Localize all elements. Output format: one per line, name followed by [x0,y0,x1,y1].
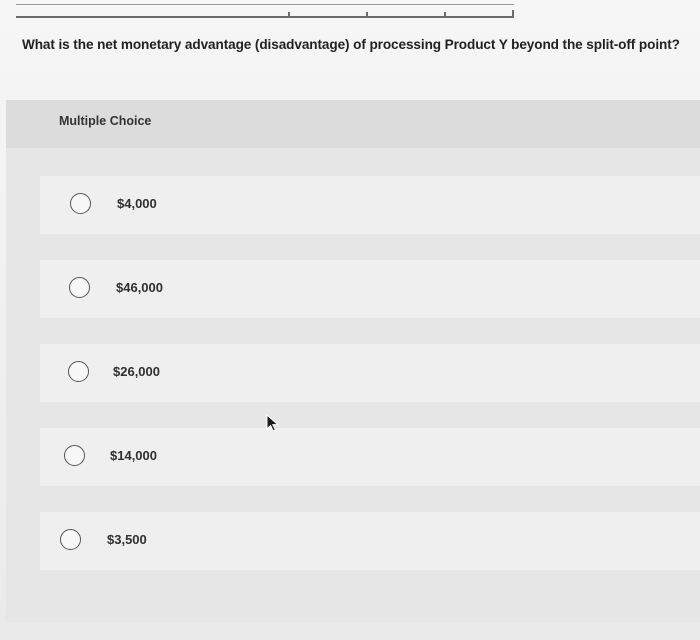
table-bottom-border [16,10,514,18]
mouse-pointer-icon [266,414,280,432]
radio-unchecked-icon[interactable] [69,277,90,298]
table-column-divider [288,12,290,18]
multiple-choice-label: Multiple Choice [59,114,152,128]
answer-option[interactable]: $46,000 [40,260,700,318]
answer-option-label: $14,000 [110,448,157,463]
table-column-divider [444,12,446,18]
radio-unchecked-icon[interactable] [60,529,81,550]
answer-option[interactable]: $26,000 [40,344,700,402]
answer-option-label: $26,000 [113,364,160,379]
answer-option-label: $46,000 [116,280,163,295]
radio-unchecked-icon[interactable] [70,193,91,214]
answer-option[interactable]: $3,500 [40,512,700,570]
radio-unchecked-icon[interactable] [64,445,85,466]
answer-option-label: $3,500 [107,532,147,547]
table-top-border [16,4,514,5]
answer-option-label: $4,000 [117,196,157,211]
table-column-divider [366,12,368,18]
multiple-choice-header: Multiple Choice [6,100,700,148]
multiple-choice-panel: Multiple Choice $4,000 $46,000 $26,000 $… [6,100,700,622]
question-text: What is the net monetary advantage (disa… [22,37,680,52]
answer-option[interactable]: $14,000 [40,428,700,486]
radio-unchecked-icon[interactable] [68,361,89,382]
answer-option[interactable]: $4,000 [40,176,700,234]
